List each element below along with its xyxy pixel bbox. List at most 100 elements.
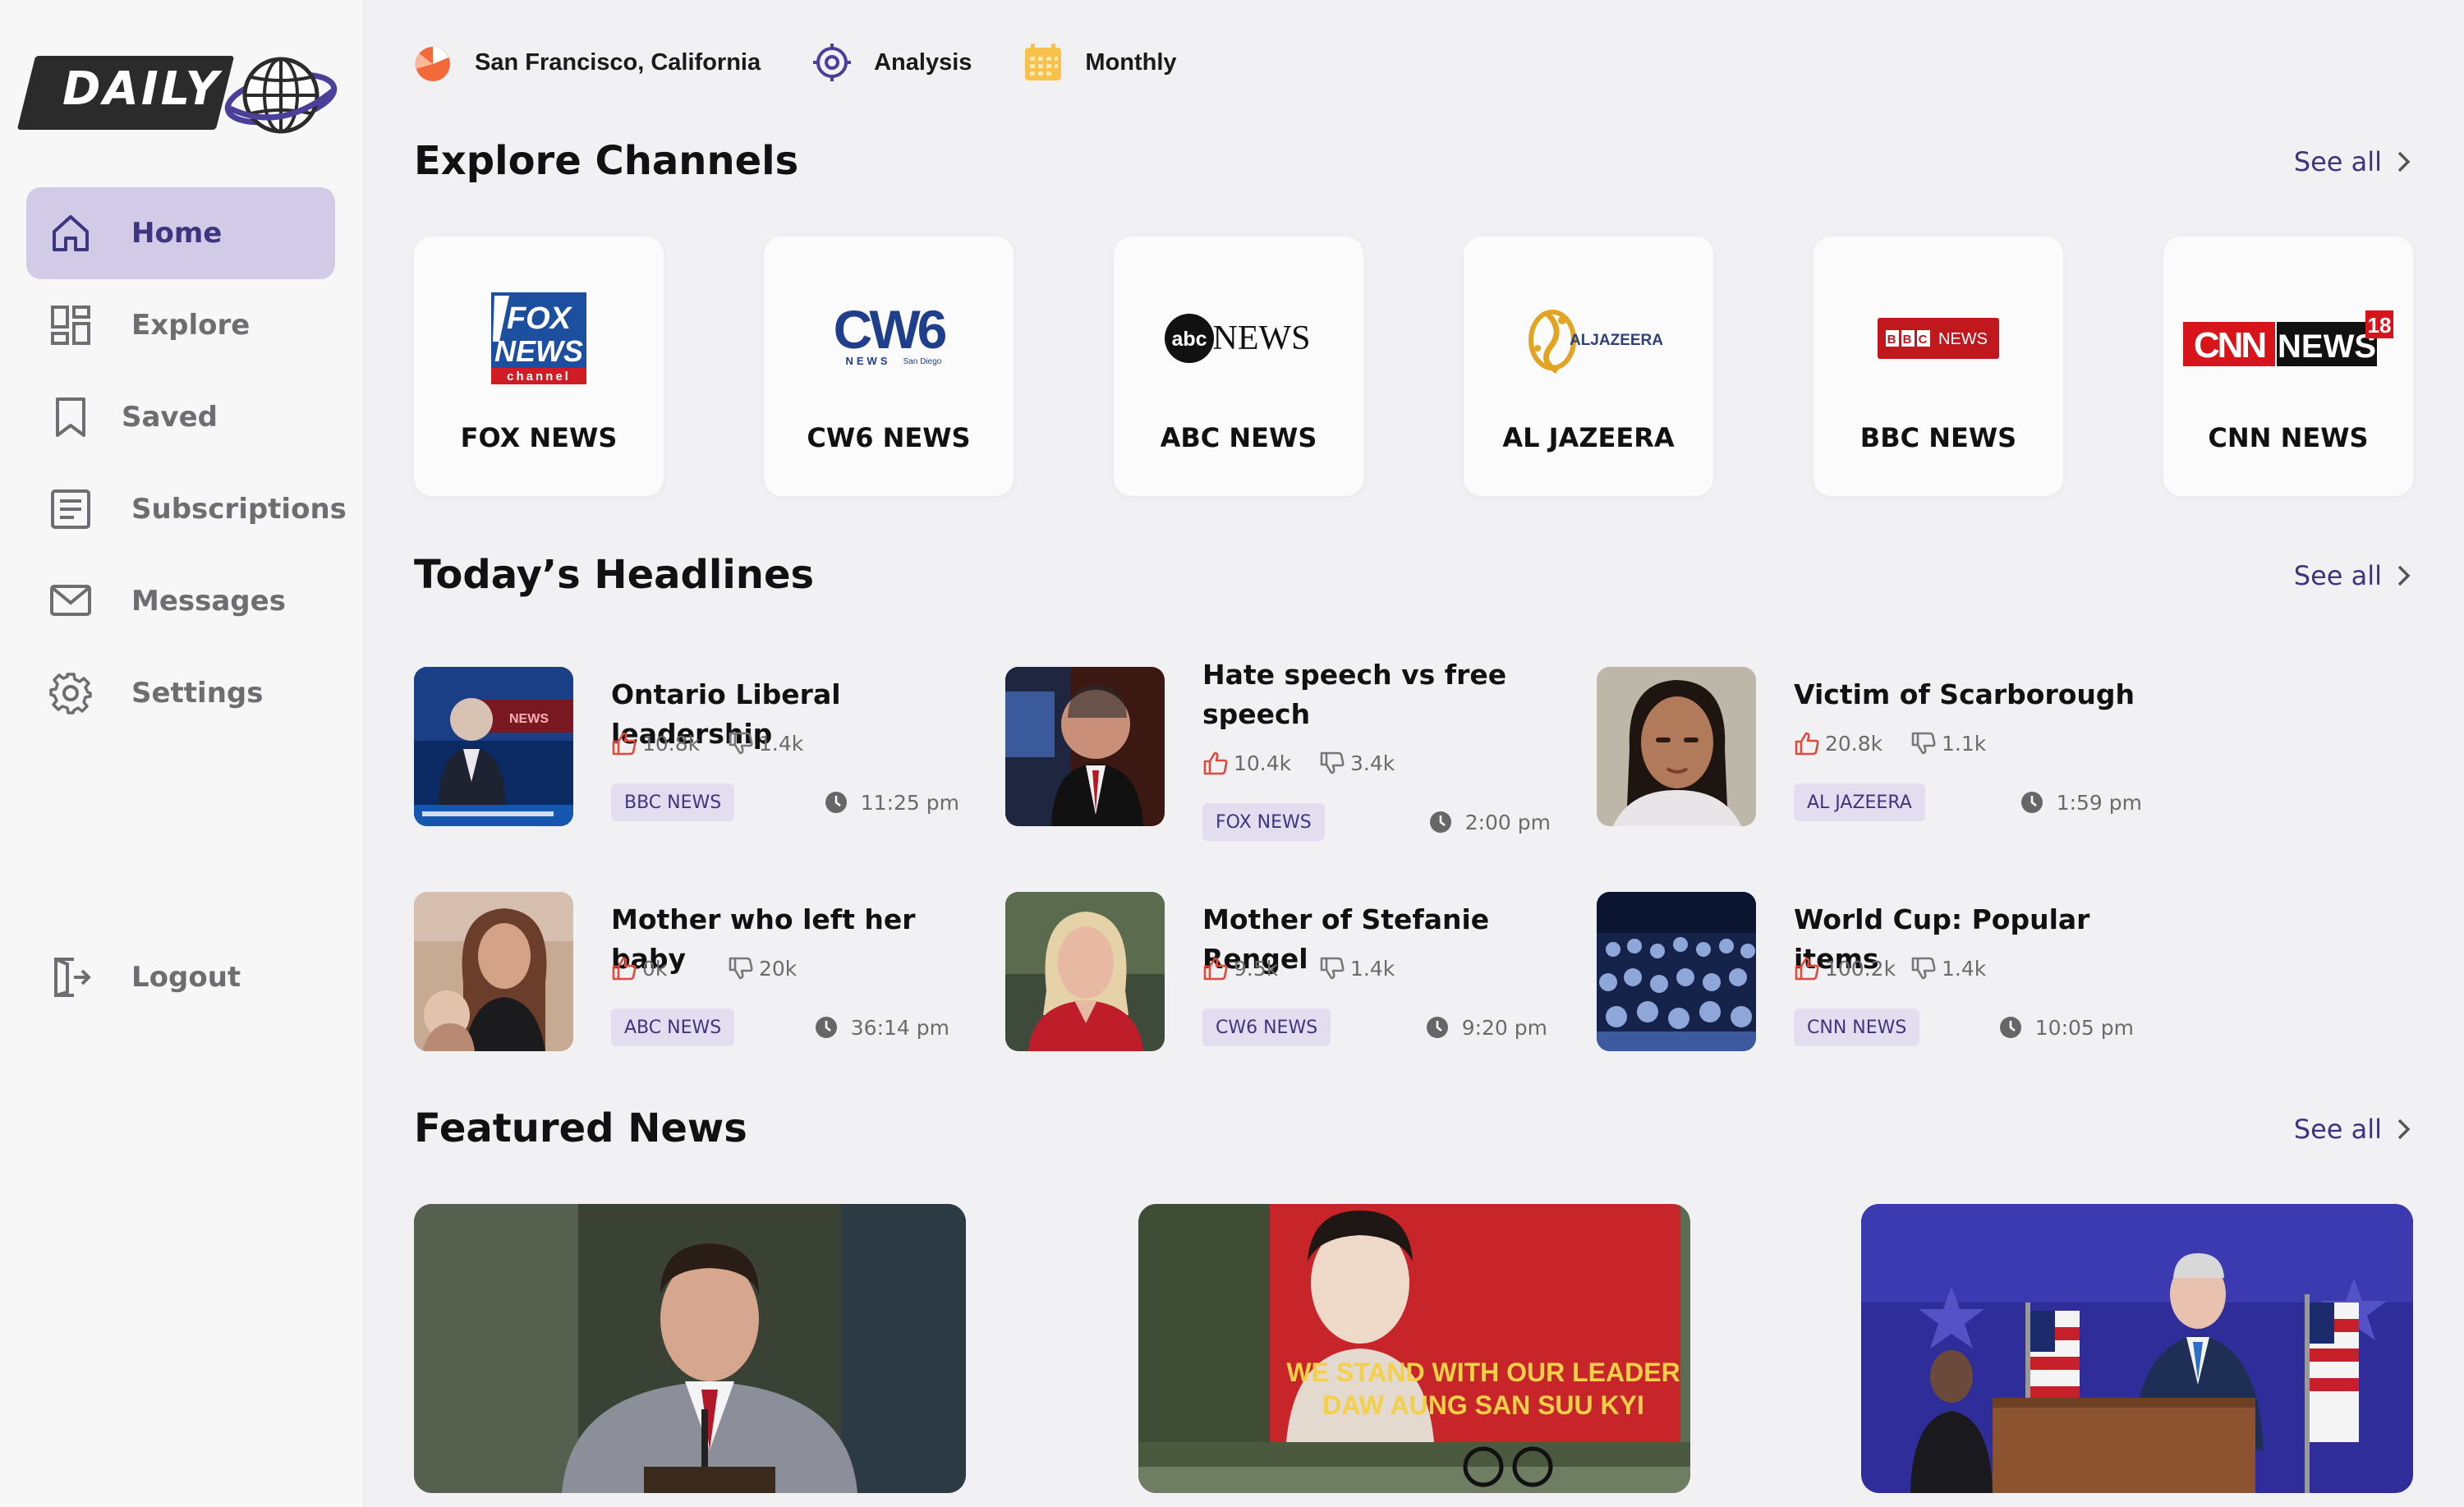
dislike-count[interactable]: 1.4k <box>1319 956 1395 981</box>
see-all-label: See all <box>2293 1114 2382 1145</box>
svg-text:18: 18 <box>2368 313 2392 338</box>
channel-card-cnn[interactable]: CNN NEWS 18 CNN NEWS <box>2163 237 2413 496</box>
dislike-count[interactable]: 1.4k <box>1910 956 1986 981</box>
list-icon <box>51 489 90 529</box>
dislike-count[interactable]: 20k <box>728 956 797 981</box>
thumbs-up-icon <box>1795 957 1819 981</box>
svg-text:B: B <box>1887 333 1896 347</box>
thumbs-up-icon <box>612 732 637 756</box>
channel-card-fox[interactable]: FOX NEWS channel FOX NEWS <box>414 237 664 496</box>
sidebar-nav: Home Explore Saved Subscriptions Message… <box>26 187 347 739</box>
time-label: 1:59 pm <box>2056 790 2142 815</box>
headline-card[interactable]: Hate speech vs free speech 10.4k 3.4k FO… <box>1005 659 1551 841</box>
like-count[interactable]: 10.8k <box>611 731 728 756</box>
sidebar-item-label: Saved <box>122 401 218 434</box>
channel-name: FOX NEWS <box>460 422 618 453</box>
clock-icon <box>1429 811 1451 833</box>
al-jazeera-logo: ALJAZEERA <box>1464 287 1713 389</box>
dislike-count-label: 20k <box>759 956 798 981</box>
chevron-right-icon <box>2397 151 2411 172</box>
channel-card-cw6[interactable]: CW6 NEWS San Diego CW6 NEWS <box>764 237 1014 496</box>
logout-icon <box>54 958 91 997</box>
channel-name: CW6 NEWS <box>807 422 971 453</box>
chevron-right-icon <box>2397 565 2411 586</box>
like-count[interactable]: 20.8k <box>1794 731 1910 756</box>
dislike-count[interactable]: 1.1k <box>1910 731 1986 756</box>
sidebar: DAILY Home Explore Saved Subscriptions M… <box>0 0 362 1507</box>
channel-card-bbc[interactable]: B B C NEWS BBC NEWS <box>1814 237 2063 496</box>
headlines-see-all-link[interactable]: See all <box>2294 560 2411 591</box>
like-count[interactable]: 9.5k <box>1202 956 1319 981</box>
svg-text:FOX: FOX <box>507 301 573 336</box>
source-badge[interactable]: BBC NEWS <box>611 783 735 821</box>
home-icon <box>53 215 89 251</box>
featured-card-2[interactable]: WE STAND WITH OUR LEADER DAW AUNG SAN SU… <box>1138 1204 1690 1493</box>
featured-card-1[interactable] <box>414 1204 966 1493</box>
location-icon <box>415 47 450 81</box>
dislike-count-label: 1.1k <box>1942 731 1987 756</box>
clock-icon <box>1426 1017 1448 1038</box>
like-count[interactable]: 100.2k <box>1794 956 1910 981</box>
source-badge[interactable]: ABC NEWS <box>611 1008 735 1046</box>
gear-icon <box>49 673 92 714</box>
sidebar-item-explore[interactable]: Explore <box>26 279 335 371</box>
headline-thumbnail: NEWS <box>414 667 573 826</box>
headline-card[interactable]: NEWS Ontario Liberal leadership 10.8k 1.… <box>414 667 959 828</box>
headline-time: 10:05 pm <box>1999 1008 2134 1046</box>
sidebar-item-label: Explore <box>131 309 251 342</box>
featured-image <box>1861 1204 2413 1493</box>
dislike-count[interactable]: 3.4k <box>1319 751 1395 775</box>
thumbs-up-icon <box>1203 957 1228 981</box>
headline-stats: 100.2k 1.4k <box>1794 956 1986 981</box>
like-count[interactable]: 0k <box>611 956 728 981</box>
like-count[interactable]: 10.4k <box>1202 751 1319 775</box>
headline-thumbnail <box>1597 892 1756 1051</box>
clock-icon <box>815 1017 837 1038</box>
source-badge[interactable]: CW6 NEWS <box>1202 1008 1331 1046</box>
like-count-label: 10.8k <box>642 731 701 756</box>
headline-time: 36:14 pm <box>815 1008 949 1046</box>
headline-card[interactable]: Mother of Stefanie Rengel 9.5k 1.4k CW6 … <box>1005 892 1547 1053</box>
featured-see-all-link[interactable]: See all <box>2294 1114 2411 1145</box>
time-label: 11:25 pm <box>860 790 959 815</box>
dislike-count-label: 3.4k <box>1350 751 1395 775</box>
sidebar-item-messages[interactable]: Messages <box>26 555 335 647</box>
featured-card-3[interactable] <box>1861 1204 2413 1493</box>
abc-news-logo: abc NEWS <box>1114 287 1363 389</box>
source-badge[interactable]: AL JAZEERA <box>1794 783 1925 821</box>
logout-button[interactable]: Logout <box>26 931 335 1023</box>
time-label: 9:20 pm <box>1461 1015 1547 1040</box>
daily-logo[interactable]: DAILY <box>16 51 338 140</box>
headline-time: 1:59 pm <box>2020 783 2142 821</box>
channels-see-all-link[interactable]: See all <box>2294 146 2411 177</box>
headline-card[interactable]: World Cup: Popular items 100.2k 1.4k CNN… <box>1597 892 2139 1053</box>
sidebar-item-home[interactable]: Home <box>26 187 335 279</box>
period-selector[interactable]: Monthly <box>1023 42 1177 83</box>
channel-card-aljazeera[interactable]: ALJAZEERA AL JAZEERA <box>1464 237 1713 496</box>
source-badge[interactable]: FOX NEWS <box>1202 803 1325 841</box>
location-selector[interactable]: San Francisco, California <box>412 42 761 83</box>
sidebar-item-saved[interactable]: Saved <box>26 371 335 463</box>
sidebar-item-subscriptions[interactable]: Subscriptions <box>26 463 347 555</box>
sidebar-item-label: Home <box>131 217 223 250</box>
thumbs-up-icon <box>1795 732 1819 756</box>
headline-card[interactable]: Victim of Scarborough 20.8k 1.1k AL JAZE… <box>1597 667 2142 828</box>
analysis-button[interactable]: Analysis <box>811 42 972 83</box>
clock-icon <box>825 792 847 813</box>
dislike-count-label: 1.4k <box>1942 956 1987 981</box>
logout-label: Logout <box>131 961 241 994</box>
svg-text:C: C <box>1919 333 1928 347</box>
like-count-label: 20.8k <box>1825 731 1883 756</box>
headline-time: 11:25 pm <box>825 783 959 821</box>
headline-stats: 10.8k 1.4k <box>611 731 803 756</box>
headlines-title: Today’s Headlines <box>414 552 815 598</box>
headline-card[interactable]: Mother who left her baby 0k 20k ABC NEWS… <box>414 892 956 1053</box>
headline-meta: CNN NEWS 10:05 pm <box>1794 1008 2134 1046</box>
dislike-count[interactable]: 1.4k <box>728 731 803 756</box>
source-badge[interactable]: CNN NEWS <box>1794 1008 1920 1046</box>
globe-icon <box>224 57 338 134</box>
headline-meta: AL JAZEERA 1:59 pm <box>1794 783 2142 821</box>
sidebar-item-settings[interactable]: Settings <box>26 647 335 739</box>
svg-text:NEWS: NEWS <box>1938 330 1988 348</box>
channel-card-abc[interactable]: abc NEWS ABC NEWS <box>1114 237 1363 496</box>
